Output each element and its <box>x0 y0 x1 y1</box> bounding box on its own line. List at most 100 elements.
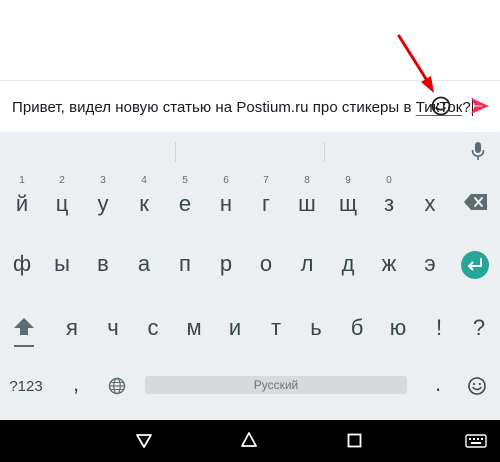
nav-home-icon[interactable] <box>240 431 258 449</box>
key-29[interactable]: ь <box>296 308 336 348</box>
key-26[interactable]: м <box>174 308 214 348</box>
key-label: й <box>15 191 29 216</box>
key-label: ц <box>55 191 69 216</box>
key-label: ?123 <box>9 377 43 395</box>
key-28[interactable]: т <box>256 308 296 348</box>
enter-icon[interactable] <box>460 250 490 280</box>
key-label: э <box>424 251 436 276</box>
key-label: ж <box>381 251 397 276</box>
key-label: к <box>139 191 149 216</box>
key-label: п <box>179 251 191 276</box>
backspace-icon[interactable] <box>463 192 489 212</box>
key-7[interactable]: 7г <box>246 175 286 224</box>
key-hint: 3 <box>100 175 106 186</box>
key-30[interactable]: б <box>337 308 377 348</box>
key-label: е <box>178 191 192 216</box>
key-label: и <box>228 315 242 340</box>
globe-icon[interactable] <box>108 377 126 395</box>
key-label: у <box>97 191 109 216</box>
emoji-key-icon[interactable] <box>467 376 487 396</box>
key-9[interactable]: 9щ <box>328 175 368 224</box>
key-hint: 5 <box>182 175 188 186</box>
key-19[interactable]: л <box>287 244 327 284</box>
key-16[interactable]: п <box>165 244 205 284</box>
key-2[interactable]: 2ц <box>42 175 82 224</box>
key-15[interactable]: а <box>124 244 164 284</box>
key-label: ш <box>298 191 316 216</box>
keyboard-icon[interactable] <box>465 434 487 448</box>
key-hint: 4 <box>141 175 147 186</box>
key-label: ы <box>54 251 70 276</box>
key-label: ? <box>472 315 486 340</box>
space-bar[interactable]: Русский <box>145 376 407 394</box>
key-4[interactable]: 4к <box>124 175 164 224</box>
key-hint: 6 <box>223 175 229 186</box>
key-11[interactable]: х <box>410 184 450 224</box>
key-hint: 0 <box>386 175 392 186</box>
key-label: ! <box>435 315 443 340</box>
key-label: щ <box>338 191 358 216</box>
key-20[interactable]: д <box>328 244 368 284</box>
send-arrow-icon[interactable] <box>468 94 492 118</box>
key-label: ю <box>389 315 407 340</box>
comma-key[interactable]: , <box>56 364 96 404</box>
key-label: ь <box>310 315 322 340</box>
key-hint: 8 <box>304 175 310 186</box>
key-32[interactable]: ! <box>419 308 459 348</box>
microphone-icon[interactable] <box>470 140 486 162</box>
key-10[interactable]: 0з <box>369 175 409 224</box>
key-hint: 1 <box>19 175 25 186</box>
key-12[interactable]: ф <box>2 244 42 284</box>
key-24[interactable]: ч <box>93 308 133 348</box>
shift-icon[interactable] <box>12 316 36 350</box>
key-17[interactable]: р <box>206 244 246 284</box>
key-1[interactable]: 1й <box>2 175 42 224</box>
key-label: т <box>270 315 282 340</box>
message-compose-bar[interactable]: Привет, видел новую статью на Postium.ru… <box>0 80 500 132</box>
symbols-key[interactable]: ?123 <box>6 366 46 406</box>
key-13[interactable]: ы <box>42 244 82 284</box>
key-22[interactable]: э <box>410 244 450 284</box>
key-label: ч <box>107 315 119 340</box>
key-label: а <box>137 251 151 276</box>
message-input[interactable]: Привет, видел новую статью на Postium.ru… <box>12 98 473 116</box>
key-label: г <box>261 191 271 216</box>
space-bar-label: Русский <box>253 378 299 392</box>
period-key[interactable]: . <box>418 364 458 404</box>
key-label: л <box>300 251 314 276</box>
key-25[interactable]: с <box>133 308 173 348</box>
key-label: в <box>97 251 109 276</box>
key-label: д <box>341 251 355 276</box>
key-14[interactable]: в <box>83 244 123 284</box>
navigation-bar <box>0 420 500 462</box>
key-5[interactable]: 5е <box>165 175 205 224</box>
key-33[interactable]: ? <box>459 308 499 348</box>
key-label: я <box>66 315 78 340</box>
nav-back-icon[interactable] <box>135 432 153 450</box>
key-label: х <box>424 191 436 216</box>
key-label: . <box>434 371 442 396</box>
key-23[interactable]: я <box>52 308 92 348</box>
key-hint: 7 <box>263 175 269 186</box>
key-label: з <box>383 191 395 216</box>
emoji-smile-icon[interactable] <box>430 95 452 117</box>
key-27[interactable]: и <box>215 308 255 348</box>
key-label: н <box>219 191 233 216</box>
suggestion-strip <box>0 132 500 172</box>
key-label: с <box>147 315 159 340</box>
key-3[interactable]: 3у <box>83 175 123 224</box>
key-8[interactable]: 8ш <box>287 175 327 224</box>
key-label: ф <box>12 251 32 276</box>
key-18[interactable]: о <box>246 244 286 284</box>
key-21[interactable]: ж <box>369 244 409 284</box>
nav-recents-icon[interactable] <box>347 433 362 448</box>
key-hint: 2 <box>59 175 65 186</box>
suggestion-divider <box>324 142 325 162</box>
key-6[interactable]: 6н <box>206 175 246 224</box>
suggestion-divider <box>175 142 176 162</box>
key-label: р <box>219 251 233 276</box>
message-text-prefix: Привет, видел новую статью на Postium.ru… <box>12 99 416 116</box>
key-31[interactable]: ю <box>378 308 418 348</box>
key-hint: 9 <box>345 175 351 186</box>
key-label: , <box>72 371 80 396</box>
